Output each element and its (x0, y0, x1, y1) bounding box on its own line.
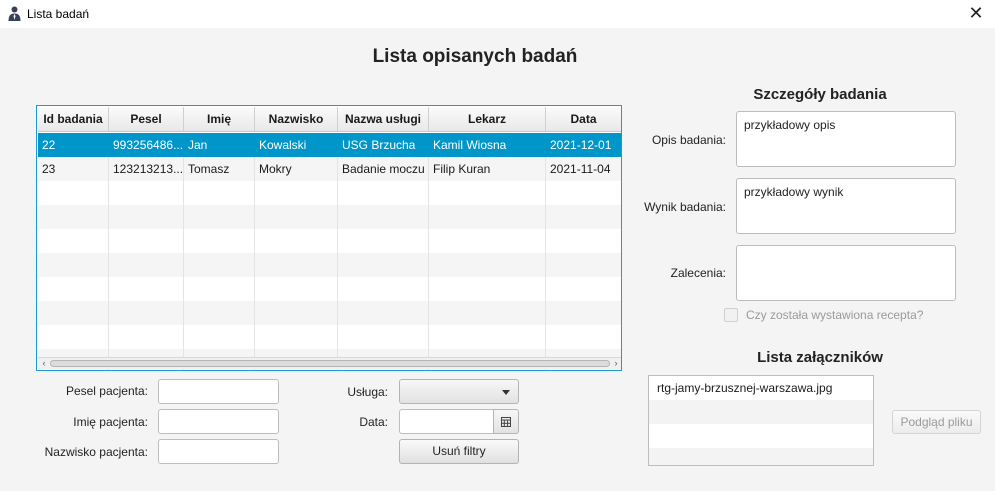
table-row[interactable]: 22 993256486... Jan Kowalski USG Brzucha… (38, 133, 621, 157)
empty-list-row (649, 448, 873, 465)
table-cell: Jan (184, 133, 255, 157)
nazwisko-label: Nazwisko pacjenta: (44, 445, 148, 459)
imie-label: Imię pacjenta: (73, 415, 148, 429)
wynik-textarea[interactable]: przykładowy wynik (736, 178, 956, 234)
zalecenia-label: Zalecenia: (670, 266, 726, 280)
imie-input[interactable] (158, 409, 279, 434)
usluga-label: Usługa: (347, 385, 388, 399)
preview-file-button[interactable]: Podgląd pliku (892, 410, 981, 434)
table-header: Id badania Pesel Imię Nazwisko Nazwa usł… (38, 107, 621, 132)
opis-textarea[interactable]: przykładowy opis (736, 111, 956, 167)
details-title: Szczegóły badania (753, 86, 887, 103)
clear-filters-button[interactable]: Usuń filtry (399, 439, 519, 464)
table-cell: Kamil Wiosna (429, 133, 546, 157)
column-header-lekarz[interactable]: Lekarz (429, 107, 546, 132)
empty-table-row (38, 277, 621, 301)
scrollbar-thumb[interactable] (50, 360, 610, 367)
table-cell: Tomasz (184, 157, 255, 181)
pesel-label: Pesel pacjenta: (65, 384, 148, 398)
table-cell: 2021-11-04 (546, 157, 621, 181)
date-input[interactable] (399, 409, 494, 434)
list-item[interactable]: rtg-jamy-brzusznej-warszawa.jpg (649, 376, 873, 400)
table-cell: 2021-12-01 (546, 133, 621, 157)
nazwisko-input[interactable] (158, 439, 279, 464)
empty-table-row (38, 253, 621, 277)
column-header-id[interactable]: Id badania (38, 107, 109, 132)
zalecenia-textarea[interactable] (736, 245, 956, 301)
empty-table-row (38, 325, 621, 349)
table-cell: Badanie moczu (338, 157, 429, 181)
attachments-list[interactable]: rtg-jamy-brzusznej-warszawa.jpg (648, 375, 874, 466)
attachments-title: Lista załączników (757, 349, 883, 366)
table-cell: Mokry (255, 157, 338, 181)
empty-table-row (38, 229, 621, 253)
exams-table[interactable]: Id badania Pesel Imię Nazwisko Nazwa usł… (36, 105, 622, 371)
pesel-input[interactable] (158, 379, 279, 404)
user-icon (8, 6, 21, 21)
table-body: 22 993256486... Jan Kowalski USG Brzucha… (38, 133, 621, 370)
scroll-left-icon[interactable]: ‹ (39, 358, 49, 369)
empty-table-row (38, 301, 621, 325)
empty-table-row (38, 181, 621, 205)
table-cell: 22 (38, 133, 109, 157)
table-cell: Filip Kuran (429, 157, 546, 181)
column-header-usluga[interactable]: Nazwa usługi (338, 107, 429, 132)
table-cell: 23 (38, 157, 109, 181)
column-header-data[interactable]: Data (546, 107, 621, 132)
empty-list-row (649, 400, 873, 424)
chevron-down-icon (502, 390, 510, 395)
wynik-label: Wynik badania: (644, 200, 726, 214)
window-titlebar: Lista badań ✕ (0, 0, 995, 28)
close-icon[interactable]: ✕ (965, 2, 987, 24)
column-header-nazwisko[interactable]: Nazwisko (255, 107, 338, 132)
table-cell: 123213213... (109, 157, 184, 181)
window-title: Lista badań (27, 7, 90, 21)
table-cell: 993256486... (109, 133, 184, 157)
column-header-pesel[interactable]: Pesel (109, 107, 184, 132)
usluga-select[interactable] (399, 379, 519, 404)
table-cell: USG Brzucha (338, 133, 429, 157)
empty-list-row (649, 424, 873, 448)
recepta-label: Czy została wystawiona recepta? (746, 308, 924, 322)
opis-label: Opis badania: (651, 133, 726, 147)
scroll-right-icon[interactable]: › (611, 358, 621, 369)
column-header-imie[interactable]: Imię (184, 107, 255, 132)
empty-table-row (38, 205, 621, 229)
calendar-icon[interactable] (493, 409, 519, 434)
table-row[interactable]: 23 123213213... Tomasz Mokry Badanie moc… (38, 157, 621, 181)
page-title: Lista opisanych badań (372, 46, 578, 67)
recepta-checkbox[interactable] (724, 308, 738, 322)
data-label: Data: (359, 415, 388, 429)
horizontal-scrollbar[interactable]: ‹ › (38, 357, 621, 369)
table-cell: Kowalski (255, 133, 338, 157)
